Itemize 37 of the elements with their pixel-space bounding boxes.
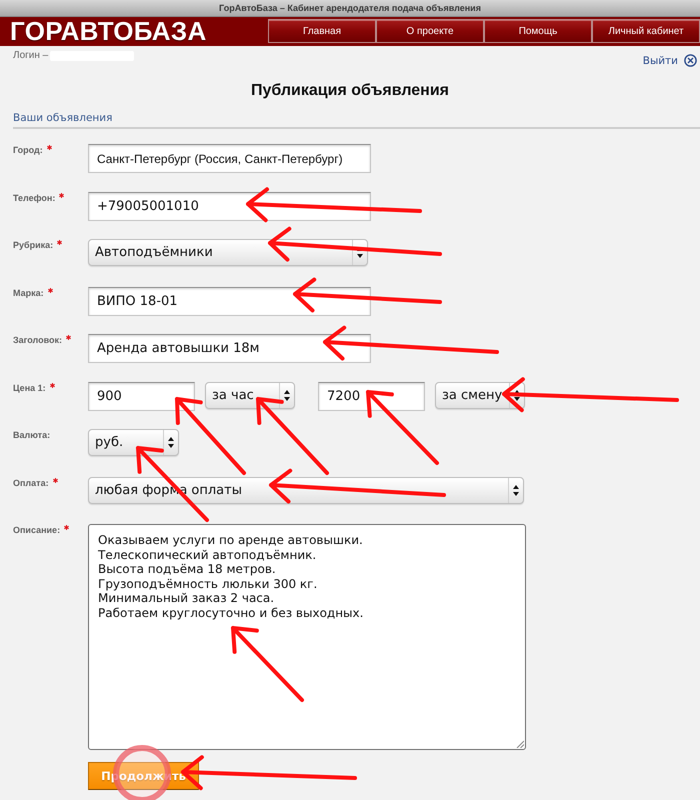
site-logo[interactable]: ГОРАВТОБАЗА — [10, 17, 207, 46]
field-label: Марка: — [13, 288, 44, 298]
field-label: Рубрика: — [13, 240, 54, 251]
circle-x-icon — [684, 54, 697, 67]
login-label: Логин – — [13, 50, 48, 61]
dropdown[interactable]: Автоподъёмники — [88, 239, 368, 266]
text-field[interactable]: 7200 — [318, 382, 425, 410]
updown-arrows-icon — [284, 390, 290, 400]
field-label: Оплата: — [13, 478, 49, 488]
text-field[interactable]: ВИПО 18-01 — [88, 286, 371, 316]
field-label: Описание: — [13, 525, 60, 536]
window-title: ГорАвтоБаза – Кабинет арендодателя подача объявления — [219, 3, 481, 13]
page-title: Публикация объявления — [250, 81, 450, 101]
nav-button[interactable]: Помощь — [484, 19, 592, 43]
updown-arrows-icon — [168, 437, 174, 448]
section-title[interactable]: Ваши объявления — [13, 112, 112, 124]
dropdown[interactable]: руб. — [88, 429, 179, 456]
text-field[interactable]: Аренда автовышки 18м — [88, 334, 371, 363]
dropdown[interactable]: за час — [205, 382, 295, 408]
resize-grip-icon[interactable] — [516, 740, 524, 748]
nav-button[interactable]: О проекте — [376, 19, 484, 43]
text-field[interactable]: +79005001010 — [88, 192, 371, 220]
nav-button[interactable]: Личный кабинет — [592, 19, 700, 43]
dropdown[interactable]: за смену — [435, 382, 525, 408]
logout-link[interactable]: Выйти — [642, 54, 697, 67]
description-field[interactable]: Оказываем услуги по аренде автовышки. Телескопический автоподъёмник. Высота подъёма 18 метров. Грузоподъёмность люльки 300 кг. Минимальный заказ 2 часа. Работаем круглосуточно и без выходных. — [88, 524, 526, 750]
field-label: Телефон: — [13, 192, 56, 204]
updown-arrows-icon — [514, 390, 520, 400]
description-text: Оказываем услуги по аренде автовышки. Телескопический автоподъёмник. Высота подъёма 18 метров. Грузоподъёмность люльки 300 кг. Минимальный заказ 2 часа. Работаем круглосуточно и без выходных. — [98, 533, 364, 621]
updown-arrows-icon — [513, 484, 519, 496]
field-label: Город: — [13, 145, 43, 156]
field-label: Заголовок: — [13, 335, 62, 346]
field-label: Цена 1: — [13, 382, 46, 394]
field-label: Валюта: — [13, 430, 50, 441]
text-field[interactable]: Санкт-Петербург (Россия, Санкт-Петербург) — [88, 144, 371, 173]
nav-button[interactable]: Главная — [268, 19, 376, 43]
text-field[interactable]: 900 — [88, 382, 195, 410]
